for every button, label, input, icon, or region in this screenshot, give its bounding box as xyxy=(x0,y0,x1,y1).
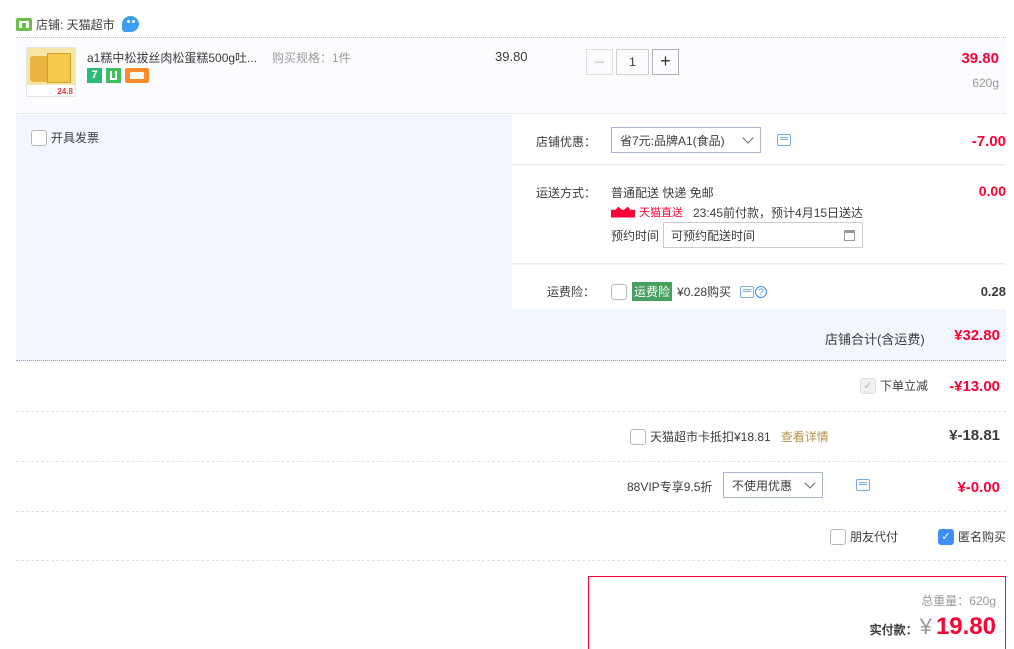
quantity-stepper: − 1 + xyxy=(586,49,679,75)
anonymous-label: 匿名购买 xyxy=(958,530,1007,544)
tmall-direct-tag: 天猫直送 xyxy=(611,204,683,220)
appointment-input[interactable]: 可预约配送时间 xyxy=(663,222,863,248)
shipping-method: 普通配送 快递 免邮 xyxy=(611,186,714,200)
anonymous-purchase-option[interactable]: ✓ 匿名购买 xyxy=(938,528,1006,545)
chevron-down-icon xyxy=(804,477,816,489)
total-weight: 总重量：620g xyxy=(921,594,996,608)
card-pay-badge-icon xyxy=(125,68,149,83)
thumb-price: 24.8 xyxy=(57,87,73,96)
invoice-checkbox[interactable] xyxy=(31,129,47,146)
product-title[interactable]: a1糕中松拔丝肉松蛋糕500g吐... xyxy=(87,49,257,66)
shop-discount-value: 省7元:品牌A1(食品) xyxy=(620,133,725,148)
item-weight: 620g xyxy=(972,76,999,90)
divider xyxy=(16,411,1006,412)
insurance-tag: 运费险 xyxy=(632,282,673,301)
instant-discount-amount: -¥13.00 xyxy=(949,378,1000,395)
vip-message-icon[interactable] xyxy=(856,479,871,491)
vip-label: 88VIP专享9.5折 xyxy=(627,480,713,494)
anonymous-checkbox[interactable]: ✓ xyxy=(938,528,954,545)
insurance-label: 运费险： xyxy=(547,285,596,299)
instant-discount-row: ✓ 下单立减 xyxy=(860,377,928,394)
divider xyxy=(16,560,1006,561)
product-badges: 7 xyxy=(87,68,149,83)
invoice-option[interactable]: 开具发票 xyxy=(31,129,99,146)
invoice-label: 开具发票 xyxy=(51,131,100,145)
vip-selected-value: 不使用优惠 xyxy=(732,478,793,493)
card-details-link[interactable]: 查看详情 xyxy=(781,428,829,445)
shop-discount-select[interactable]: 省7元:品牌A1(食品) xyxy=(611,127,761,153)
actual-payment-label: 实付款： xyxy=(869,623,918,637)
shop-icon xyxy=(16,17,32,31)
service-badge-icon xyxy=(106,68,121,83)
unit-price: 39.80 xyxy=(495,49,528,64)
shop-total-label: 店铺合计(含运费) xyxy=(825,332,925,347)
card-deduction-option[interactable]: 天猫超市卡抵扣¥18.81 查看详情 xyxy=(630,428,829,445)
tmall-direct-label: 天猫直送 xyxy=(639,207,683,219)
shipping-label: 运送方式： xyxy=(536,186,597,200)
instant-discount-label: 下单立减 xyxy=(880,379,929,393)
wangwang-chat-icon[interactable] xyxy=(121,16,139,32)
shop-discount-amount: -7.00 xyxy=(971,133,1006,150)
shop-total-amount: ¥32.80 xyxy=(954,327,1000,344)
quantity-input[interactable]: 1 xyxy=(616,49,649,75)
product-thumbnail[interactable]: 24.8 xyxy=(26,47,76,97)
delivery-eta: 23:45前付款，预计4月15日送达 xyxy=(693,206,864,220)
actual-payment-amount: 19.80 xyxy=(935,613,996,640)
friend-pay-checkbox[interactable] xyxy=(830,528,846,545)
insurance-option[interactable]: 运费险 ¥0.28购买 ? xyxy=(611,282,768,301)
insurance-checkbox[interactable] xyxy=(611,283,627,300)
instant-discount-checkbox: ✓ xyxy=(860,377,876,394)
insurance-amount: 0.28 xyxy=(980,284,1006,299)
card-deduction-checkbox[interactable] xyxy=(630,428,646,445)
insurance-message-icon[interactable] xyxy=(740,285,755,298)
product-spec: 购买规格：1件 xyxy=(272,51,351,65)
calendar-icon xyxy=(844,229,855,241)
appointment-label: 预约时间 xyxy=(611,229,660,243)
card-deduction-amount: ¥-18.81 xyxy=(949,427,1000,444)
decrease-button[interactable]: − xyxy=(586,49,613,75)
vip-amount: ¥-0.00 xyxy=(957,479,1000,496)
friend-pay-option[interactable]: 朋友代付 xyxy=(830,528,898,545)
chevron-down-icon xyxy=(742,132,754,144)
shop-header: 店铺: 天猫超市 xyxy=(16,14,139,34)
seven-day-return-badge: 7 xyxy=(87,68,102,83)
shipping-amount: 0.00 xyxy=(978,183,1006,199)
divider xyxy=(16,511,1006,512)
appointment-placeholder: 可预约配送时间 xyxy=(671,228,756,243)
shop-discount-label: 店铺优惠： xyxy=(536,135,597,149)
help-icon[interactable]: ? xyxy=(755,285,768,298)
discount-message-icon[interactable] xyxy=(777,134,791,146)
shop-name[interactable]: 店铺: 天猫超市 xyxy=(36,16,115,33)
insurance-price: ¥0.28购买 xyxy=(677,285,732,299)
currency-symbol: ¥ xyxy=(919,614,932,639)
increase-button[interactable]: + xyxy=(652,49,679,75)
actual-payment: 实付款： ¥ 19.80 xyxy=(870,613,996,641)
vip-select[interactable]: 不使用优惠 xyxy=(723,472,823,498)
divider xyxy=(16,461,1006,462)
friend-pay-label: 朋友代付 xyxy=(850,530,899,544)
card-deduction-label: 天猫超市卡抵扣¥18.81 xyxy=(650,430,771,444)
tmall-cat-icon xyxy=(611,206,635,218)
item-subtotal: 39.80 xyxy=(961,50,999,67)
